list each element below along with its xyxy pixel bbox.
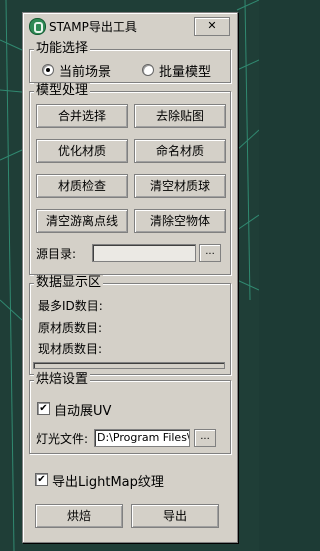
source-dir-label: 源目录:	[36, 247, 77, 261]
data-display-legend: 数据显示区	[34, 275, 104, 291]
model-process-legend: 模型处理	[34, 83, 91, 99]
remove-empty-objects-button[interactable]: 清除空物体	[134, 209, 226, 233]
material-check-button[interactable]: 材质检查	[36, 174, 128, 198]
original-material-count-label: 原材质数目:	[38, 321, 103, 335]
close-button[interactable]: ✕	[194, 17, 230, 36]
light-file-browse-button[interactable]: ...	[194, 429, 216, 447]
stamp-export-tool-window: STAMP导出工具 ✕ 功能选择 当前场景 批量模型 模型处理 合并选择 去除贴…	[22, 12, 238, 543]
function-select-legend: 功能选择	[34, 41, 91, 57]
radio-current-scene[interactable]	[42, 64, 54, 76]
radio-batch-model[interactable]	[142, 64, 154, 76]
progress-bar	[33, 362, 225, 369]
function-select-group: 功能选择 当前场景 批量模型	[29, 41, 231, 83]
bake-button[interactable]: 烘焙	[35, 504, 123, 528]
light-file-input[interactable]: D:\Program Files\A	[94, 429, 190, 447]
max-id-count-label: 最多ID数目:	[38, 299, 103, 313]
auto-unwrap-checkbox[interactable]: ✔	[37, 402, 50, 415]
clear-material-balls-button[interactable]: 清空材质球	[134, 174, 226, 198]
bake-settings-legend: 烘焙设置	[34, 372, 91, 388]
title-bar[interactable]: STAMP导出工具 ✕	[24, 14, 236, 38]
current-material-count-label: 现材质数目:	[38, 342, 103, 356]
app-logo-icon	[29, 18, 46, 35]
bake-settings-group: 烘焙设置 ✔ 自动展UV 灯光文件: D:\Program Files\A ..…	[29, 372, 231, 454]
window-title: STAMP导出工具	[49, 20, 137, 34]
current-scene-label: 当前场景	[59, 65, 112, 80]
merge-selection-button[interactable]: 合并选择	[36, 104, 128, 128]
source-dir-input[interactable]	[92, 244, 196, 262]
export-button[interactable]: 导出	[131, 504, 219, 528]
clear-loose-points-button[interactable]: 清空游离点线	[36, 209, 128, 233]
data-display-group: 数据显示区 最多ID数目: 原材质数目: 现材质数目:	[29, 275, 231, 375]
auto-unwrap-label: 自动展UV	[54, 404, 112, 419]
remove-texture-button[interactable]: 去除贴图	[134, 104, 226, 128]
batch-model-label: 批量模型	[159, 65, 212, 80]
export-lightmap-label: 导出LightMap纹理	[52, 475, 164, 490]
light-file-label: 灯光文件:	[36, 432, 89, 446]
source-dir-browse-button[interactable]: ...	[199, 244, 221, 262]
name-material-button[interactable]: 命名材质	[134, 139, 226, 163]
optimize-material-button[interactable]: 优化材质	[36, 139, 128, 163]
model-process-group: 模型处理 合并选择 去除贴图 优化材质 命名材质 材质检查 清空材质球 清空游离…	[29, 83, 231, 275]
export-lightmap-checkbox[interactable]: ✔	[35, 473, 48, 486]
